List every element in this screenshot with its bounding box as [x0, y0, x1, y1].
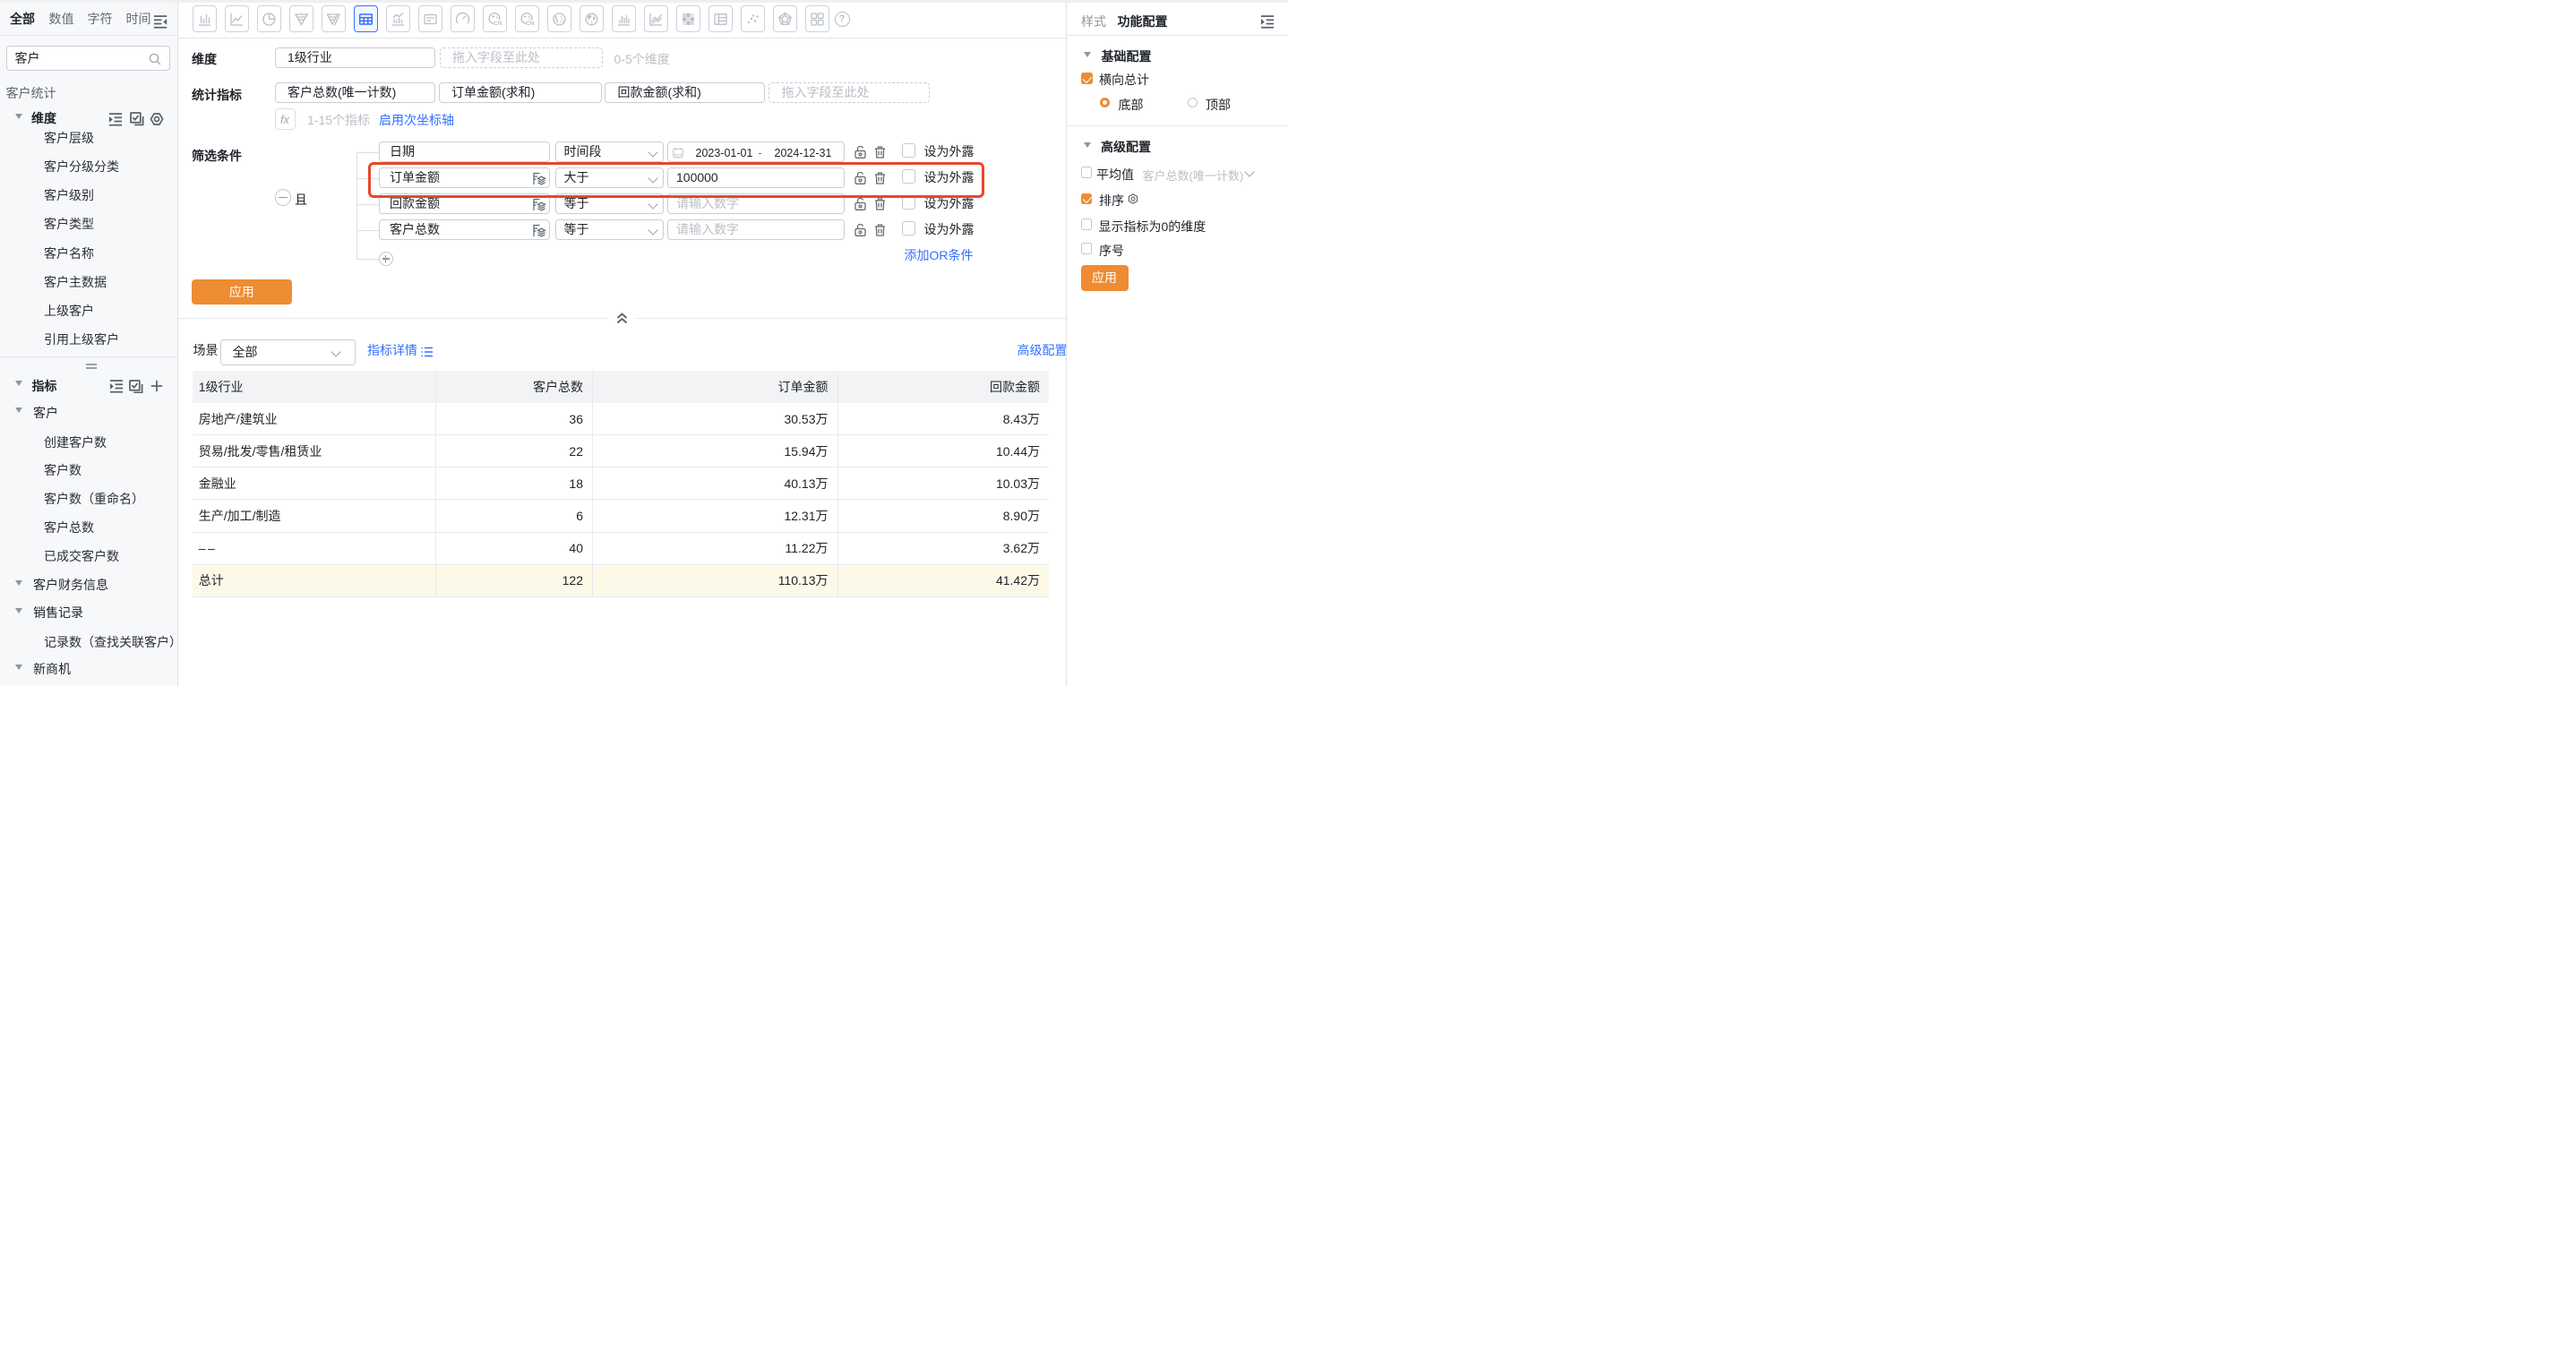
svg-text:CN: CN: [526, 21, 535, 27]
svg-text:CN: CN: [494, 21, 502, 27]
